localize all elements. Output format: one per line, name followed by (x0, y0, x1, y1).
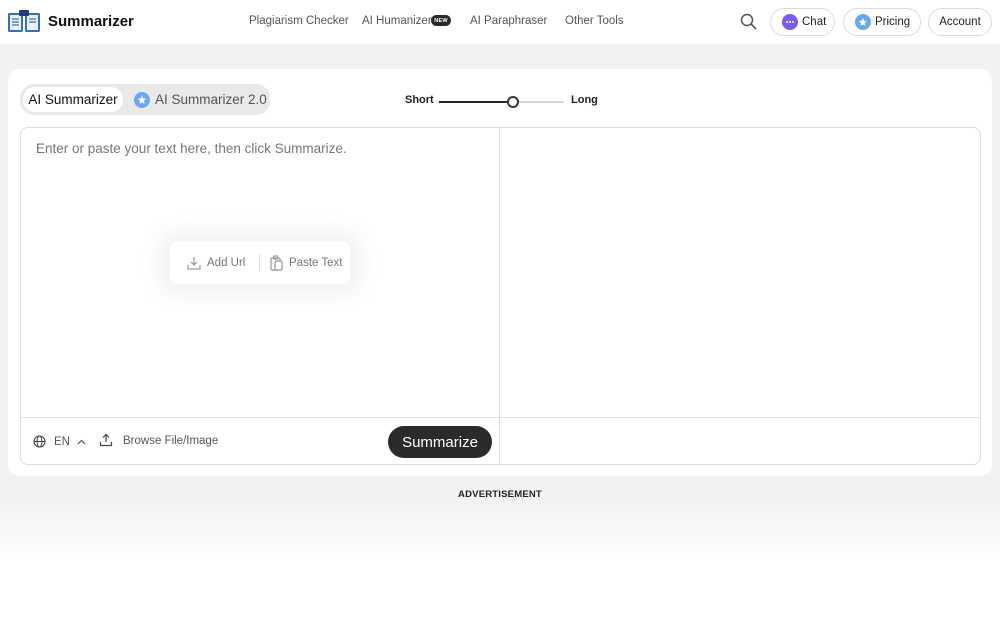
browse-file-label: Browse File/Image (123, 435, 219, 447)
add-url-icon (187, 257, 201, 270)
add-url-label: Add Url (207, 257, 246, 269)
account-button[interactable]: Account (928, 8, 992, 36)
chat-button[interactable]: Chat (770, 8, 835, 36)
language-selector[interactable]: EN (33, 435, 86, 448)
add-url-button[interactable]: Add Url (186, 255, 245, 271)
advertisement-label: ADVERTISEMENT (458, 489, 542, 500)
tab-ai-summarizer-2[interactable]: AI Summarizer 2.0 (134, 87, 267, 112)
nav-other-tools[interactable]: Other Tools (565, 15, 624, 27)
length-slider[interactable] (439, 96, 564, 108)
editor-divider (499, 128, 500, 464)
input-actions: Add Url Paste Text (170, 242, 350, 284)
footer-divider (21, 417, 980, 418)
account-label: Account (939, 16, 981, 28)
length-short-label: Short (405, 94, 434, 106)
search-icon[interactable] (740, 13, 757, 30)
tab-ai-summarizer[interactable]: AI Summarizer (23, 87, 123, 112)
upload-icon (99, 433, 113, 447)
globe-icon (33, 435, 46, 448)
top-nav-bar: Summarizer Plagiarism Checker AI Humaniz… (0, 0, 1000, 44)
nav-plagiarism-checker[interactable]: Plagiarism Checker (249, 15, 349, 27)
tab-2-label: AI Summarizer 2.0 (155, 92, 267, 107)
book-logo-icon[interactable] (7, 9, 41, 35)
paste-text-button[interactable]: Paste Text (269, 255, 343, 271)
action-separator (259, 254, 260, 271)
input-textarea[interactable]: Enter or paste your text here, then clic… (36, 141, 347, 156)
length-long-label: Long (571, 94, 598, 106)
length-slider-fill (439, 101, 513, 103)
paste-icon (270, 255, 283, 271)
summarizer-2-icon (134, 91, 150, 108)
new-badge: NEW (431, 15, 451, 26)
chat-label: Chat (802, 16, 827, 28)
length-slider-thumb[interactable] (506, 96, 519, 108)
chat-icon (782, 14, 798, 30)
brand-name[interactable]: Summarizer (48, 13, 134, 30)
nav-ai-humanizer[interactable]: AI Humanizer (362, 15, 432, 27)
language-label: EN (54, 435, 70, 448)
browse-file-button[interactable]: Browse File/Image (99, 433, 218, 447)
summarize-button[interactable]: Summarize (388, 426, 492, 458)
editor-container (20, 127, 981, 465)
nav-ai-paraphraser[interactable]: AI Paraphraser (470, 15, 547, 27)
pricing-icon (855, 14, 871, 30)
pricing-label: Pricing (875, 16, 911, 28)
pricing-button[interactable]: Pricing (843, 8, 921, 36)
chevron-up-icon (77, 439, 86, 444)
paste-text-label: Paste Text (289, 257, 343, 269)
